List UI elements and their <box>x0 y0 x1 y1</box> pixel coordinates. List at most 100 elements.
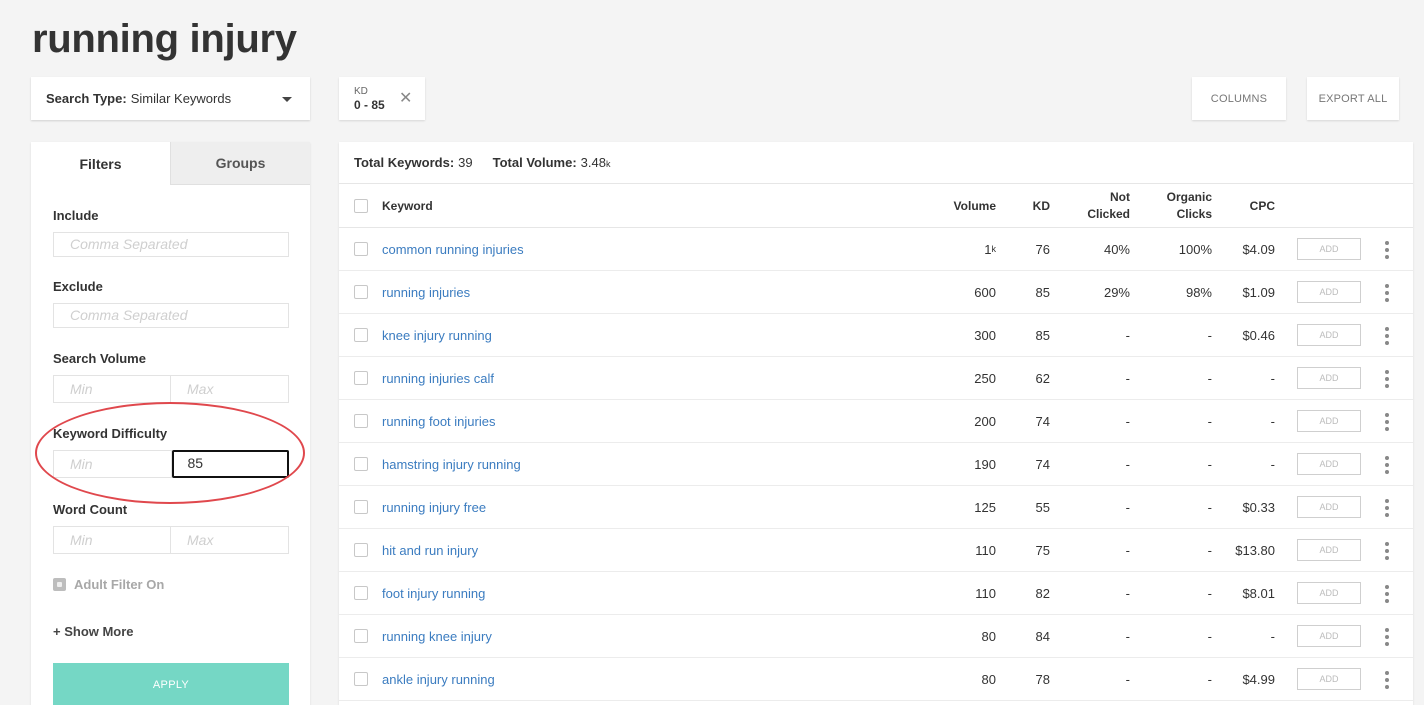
kd-filter-chip[interactable]: KD 0 - 85 ✕ <box>339 77 425 120</box>
add-button[interactable]: ADD <box>1297 496 1361 518</box>
more-options-icon[interactable] <box>1384 671 1390 689</box>
search-type-dropdown[interactable]: Search Type: Similar Keywords <box>31 77 310 120</box>
search-volume-range: Min Max <box>53 375 289 403</box>
add-button[interactable]: ADD <box>1297 539 1361 561</box>
apply-button[interactable]: APPLY <box>53 663 289 705</box>
kd-cell: 78 <box>1035 671 1050 687</box>
add-button[interactable]: ADD <box>1297 367 1361 389</box>
row-checkbox[interactable] <box>354 529 368 571</box>
kd-cell: 74 <box>1035 456 1050 472</box>
more-options-icon[interactable] <box>1384 585 1390 603</box>
keyword-link[interactable]: running injury free <box>382 486 486 528</box>
row-checkbox[interactable] <box>354 443 368 485</box>
row-checkbox[interactable] <box>354 400 368 442</box>
keyword-link[interactable]: knee injury running <box>382 314 492 356</box>
keyword-link[interactable]: running knee injury <box>382 615 492 657</box>
sidebar-tabs: Filters Groups <box>31 142 310 185</box>
more-options-icon[interactable] <box>1384 499 1390 517</box>
not-clicked-cell: - <box>1125 542 1130 558</box>
keyword-link[interactable]: hit and run injury <box>382 529 478 571</box>
table-row: hit and run injury 110 75 - - $13.80 ADD <box>339 529 1413 572</box>
not-clicked-cell: - <box>1125 413 1130 429</box>
volume-cell: 200 <box>974 413 996 429</box>
adult-filter-label: Adult Filter On <box>74 577 165 592</box>
more-options-icon[interactable] <box>1384 284 1390 302</box>
keyword-difficulty-max-input[interactable]: 85 <box>171 450 289 478</box>
include-input[interactable]: Comma Separated <box>53 232 289 257</box>
keyword-link[interactable]: common running injuries <box>382 228 524 270</box>
kd-cell: 82 <box>1035 585 1050 601</box>
more-options-icon[interactable] <box>1384 327 1390 345</box>
word-count-max-input[interactable]: Max <box>171 527 288 553</box>
keyword-link[interactable]: hamstring injury running <box>382 443 521 485</box>
organic-clicks-cell: - <box>1207 628 1212 644</box>
exclude-label: Exclude <box>53 279 103 294</box>
caret-down-icon <box>282 97 292 102</box>
columns-button[interactable]: COLUMNS <box>1192 77 1286 120</box>
total-keywords-label: Total Keywords: <box>354 155 455 170</box>
close-icon[interactable]: ✕ <box>399 91 412 107</box>
header-not-clicked[interactable]: Not Clicked <box>1087 184 1130 227</box>
search-volume-max-input[interactable]: Max <box>171 376 288 402</box>
add-button[interactable]: ADD <box>1297 582 1361 604</box>
organic-clicks-cell: 98% <box>1185 284 1212 300</box>
tab-groups[interactable]: Groups <box>170 142 310 185</box>
not-clicked-cell: - <box>1125 370 1130 386</box>
keyword-difficulty-min-input[interactable]: Min <box>54 451 172 477</box>
organic-clicks-cell: - <box>1207 585 1212 601</box>
add-button[interactable]: ADD <box>1297 324 1361 346</box>
header-volume[interactable]: Volume <box>954 184 996 227</box>
keyword-difficulty-range: Min 85 <box>53 450 289 478</box>
add-button[interactable]: ADD <box>1297 238 1361 260</box>
keyword-link[interactable]: running injuries <box>382 271 470 313</box>
keyword-link[interactable]: running foot injuries <box>382 400 495 442</box>
row-checkbox[interactable] <box>354 228 368 270</box>
cpc-cell: $0.46 <box>1242 327 1275 343</box>
row-checkbox[interactable] <box>354 572 368 614</box>
exclude-input[interactable]: Comma Separated <box>53 303 289 328</box>
header-keyword[interactable]: Keyword <box>382 184 433 227</box>
more-options-icon[interactable] <box>1384 628 1390 646</box>
more-options-icon[interactable] <box>1384 413 1390 431</box>
word-count-min-input[interactable]: Min <box>54 527 171 553</box>
row-checkbox[interactable] <box>354 271 368 313</box>
more-options-icon[interactable] <box>1384 241 1390 259</box>
cpc-cell: $0.33 <box>1242 499 1275 515</box>
volume-cell: 600 <box>974 284 996 300</box>
header-kd[interactable]: KD <box>1033 184 1050 227</box>
filter-sidebar: Filters Groups Include Comma Separated E… <box>31 142 310 705</box>
cpc-cell: $8.01 <box>1242 585 1275 601</box>
table-row: running injuries 600 85 29% 98% $1.09 ADD <box>339 271 1413 314</box>
word-count-range: Min Max <box>53 526 289 554</box>
more-options-icon[interactable] <box>1384 370 1390 388</box>
adult-filter-toggle[interactable]: Adult Filter On <box>53 577 164 592</box>
add-button[interactable]: ADD <box>1297 281 1361 303</box>
row-checkbox[interactable] <box>354 357 368 399</box>
row-checkbox[interactable] <box>354 615 368 657</box>
more-options-icon[interactable] <box>1384 456 1390 474</box>
tab-filters[interactable]: Filters <box>31 142 170 185</box>
row-checkbox[interactable] <box>354 486 368 528</box>
volume-cell: 125 <box>974 499 996 515</box>
show-more-link[interactable]: + Show More <box>53 624 134 639</box>
keyword-link[interactable]: foot injury running <box>382 572 485 614</box>
more-options-icon[interactable] <box>1384 542 1390 560</box>
kd-cell: 62 <box>1035 370 1050 386</box>
header-cpc[interactable]: CPC <box>1250 184 1275 227</box>
organic-clicks-cell: - <box>1207 370 1212 386</box>
organic-clicks-cell: - <box>1207 327 1212 343</box>
header-organic-clicks[interactable]: Organic Clicks <box>1167 184 1212 227</box>
add-button[interactable]: ADD <box>1297 625 1361 647</box>
row-checkbox[interactable] <box>354 658 368 700</box>
keyword-link[interactable]: running injuries calf <box>382 357 494 399</box>
add-button[interactable]: ADD <box>1297 668 1361 690</box>
add-button[interactable]: ADD <box>1297 410 1361 432</box>
cpc-cell: - <box>1270 628 1275 644</box>
keyword-link[interactable]: ankle injury running <box>382 658 495 700</box>
search-volume-min-input[interactable]: Min <box>54 376 171 402</box>
add-button[interactable]: ADD <box>1297 453 1361 475</box>
table-row: knee injury running 300 85 - - $0.46 ADD <box>339 314 1413 357</box>
export-all-button[interactable]: EXPORT ALL <box>1307 77 1399 120</box>
select-all-checkbox[interactable] <box>354 184 368 227</box>
row-checkbox[interactable] <box>354 314 368 356</box>
